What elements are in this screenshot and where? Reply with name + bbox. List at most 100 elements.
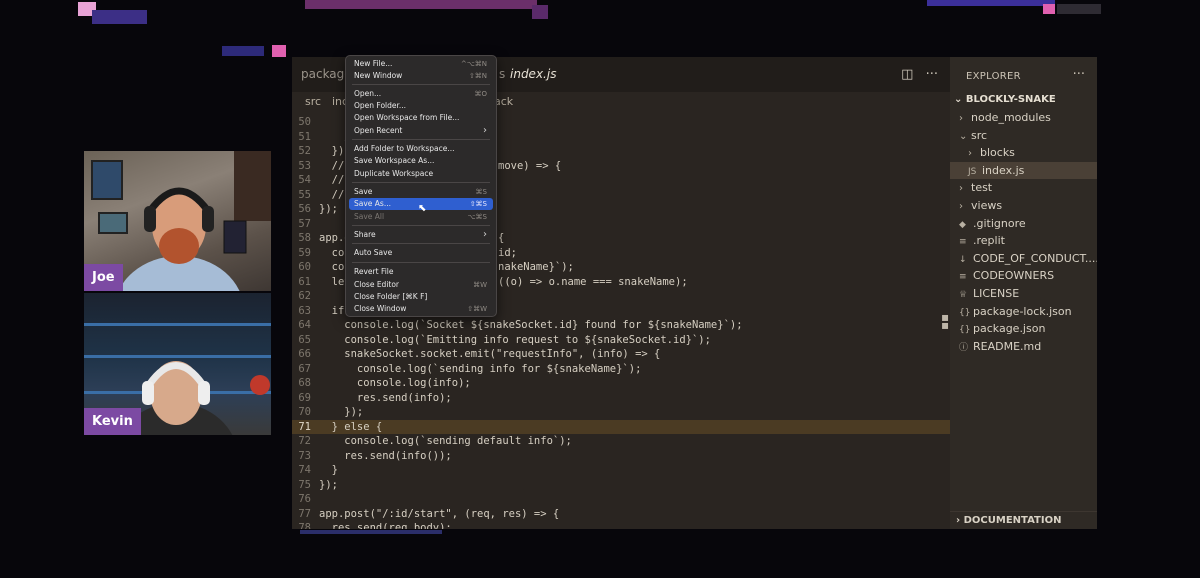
code-text: console.log(`Socket ${snakeSocket.id} fo…: [319, 319, 743, 331]
decor-bar: [272, 45, 286, 57]
code-text-tail: id;: [498, 246, 517, 259]
menu-item-label: Open Workspace from File...: [354, 113, 460, 122]
menu-item[interactable]: Add Folder to Workspace...: [349, 143, 493, 155]
tree-item[interactable]: ≡ .replit: [950, 232, 1097, 250]
line-number: 53: [298, 159, 311, 172]
tree-item-label: .replit: [973, 234, 1005, 248]
menu-item[interactable]: Auto Save: [349, 247, 493, 259]
submenu-chevron-icon: ›: [483, 229, 487, 240]
menu-item-shortcut: ^⌥⌘N: [460, 60, 487, 68]
menu-item-label: Save All: [354, 212, 385, 221]
documentation-section[interactable]: › DOCUMENTATION: [950, 511, 1097, 529]
menu-separator: [352, 225, 490, 226]
menu-item[interactable]: Save Workspace As...: [349, 155, 493, 167]
explorer-root-folder[interactable]: ⌄ BLOCKLY-SNAKE: [954, 94, 1056, 105]
menu-item[interactable]: Close Editor ⌘W: [349, 279, 493, 291]
more-actions-icon[interactable]: ···: [926, 67, 938, 82]
tree-item[interactable]: ⓘ README.md: [950, 338, 1097, 356]
menu-item[interactable]: Open... ⌘O: [349, 88, 493, 100]
code-text: console.log(`sending info for ${snakeNam…: [319, 362, 642, 375]
line-number: 77: [298, 507, 311, 520]
line-number: 69: [298, 391, 311, 404]
tree-item[interactable]: ↓ CODE_OF_CONDUCT....: [950, 250, 1097, 268]
tree-item[interactable]: › views: [950, 197, 1097, 215]
tree-item[interactable]: JS index.js: [950, 161, 1097, 180]
line-number: 62: [298, 290, 311, 302]
tree-item-label: LICENSE: [973, 287, 1020, 300]
menu-item-shortcut: ⇧⌘W: [467, 305, 487, 313]
chevron-icon: ⌄: [959, 130, 968, 142]
explorer-more-icon[interactable]: ···: [1073, 67, 1085, 82]
menu-item[interactable]: Duplicate Workspace: [349, 168, 493, 180]
code-line[interactable]: 67 console.log(`sending info for ${snake…: [292, 362, 950, 377]
tree-item-label: CODEOWNERS: [973, 269, 1055, 283]
code-line[interactable]: 72 console.log(`sending default info`);: [292, 434, 950, 449]
code-text: console.log(`sending default info`);: [319, 435, 572, 447]
line-number: 56: [298, 203, 311, 215]
code-line[interactable]: 74 }: [292, 463, 950, 478]
menu-item[interactable]: Save ⌘S: [349, 186, 493, 198]
tree-item[interactable]: ≡ CODEOWNERS: [950, 267, 1097, 285]
code-line[interactable]: 64 console.log(`Socket ${snakeSocket.id}…: [292, 318, 950, 333]
tree-item-label: views: [971, 199, 1003, 212]
code-line[interactable]: 69 res.send(info);: [292, 391, 950, 406]
explorer-title: EXPLORER: [966, 71, 1021, 82]
tree-item[interactable]: › node_modules: [950, 109, 1097, 127]
code-line[interactable]: 65 console.log(`Emitting info request to…: [292, 333, 950, 348]
menu-item[interactable]: Close Folder [⌘K F]: [349, 291, 493, 303]
code-text: });: [319, 478, 338, 491]
code-line[interactable]: 68 console.log(info);: [292, 376, 950, 391]
tree-item-label: .gitignore: [973, 216, 1026, 230]
code-line[interactable]: 73 res.send(info());: [292, 449, 950, 464]
tree-item-label: test: [971, 181, 993, 195]
code-line[interactable]: 77 app.post("/:id/start", (req, res) => {: [292, 507, 950, 522]
menu-item[interactable]: Open Recent ›: [349, 125, 493, 137]
code-text: });: [319, 203, 338, 215]
menu-item[interactable]: Close Window ⇧⌘W: [349, 303, 493, 315]
line-number: 64: [298, 319, 311, 331]
editor-actions: ◫ ···: [901, 57, 938, 92]
code-line[interactable]: 75});: [292, 478, 950, 493]
code-text: snakeSocket.socket.emit("requestInfo", (…: [319, 348, 661, 360]
menu-item-label: Close Editor: [354, 280, 400, 289]
tree-item[interactable]: › test: [950, 179, 1097, 197]
scroll-handle[interactable]: ▪ ▪: [941, 311, 949, 331]
code-line[interactable]: 66 snakeSocket.socket.emit("requestInfo"…: [292, 347, 950, 362]
chevron-icon: ›: [968, 148, 972, 160]
tab-index-js[interactable]: index.js: [510, 57, 556, 92]
code-text: //: [319, 159, 345, 172]
menu-item[interactable]: Open Workspace from File...: [349, 112, 493, 124]
tree-item-label: README.md: [973, 339, 1042, 353]
menu-item[interactable]: Share ›: [349, 229, 493, 241]
tree-item[interactable]: ♕ LICENSE: [950, 285, 1097, 303]
decor-bar: [300, 530, 442, 534]
menu-item[interactable]: New Window ⇧⌘N: [349, 70, 493, 82]
line-number: 54: [298, 174, 311, 186]
menu-item[interactable]: Revert File: [349, 266, 493, 278]
menu-item-label: Auto Save: [354, 248, 393, 257]
file-type-icon: JS: [968, 166, 977, 177]
menu-item[interactable]: New File... ^⌥⌘N: [349, 58, 493, 70]
tree-item[interactable]: ⌄ src: [950, 127, 1097, 145]
code-text-tail: move) => {: [498, 159, 562, 172]
breadcrumb-src[interactable]: src: [305, 92, 321, 112]
tree-item-label: node_modules: [971, 111, 1051, 124]
file-type-icon: ≡: [959, 272, 967, 283]
line-number: 78: [298, 522, 311, 529]
tree-item[interactable]: {} package.json: [950, 320, 1097, 338]
tree-item[interactable]: {} package-lock.json: [950, 303, 1097, 321]
tree-item-label: package-lock.json: [973, 304, 1072, 318]
tree-item[interactable]: ◆ .gitignore: [950, 215, 1097, 233]
code-line[interactable]: 70 });: [292, 405, 950, 420]
line-number: 66: [298, 348, 311, 360]
tab-fragment[interactable]: s: [499, 57, 505, 92]
code-line[interactable]: 76: [292, 492, 950, 507]
menu-item-label: Share: [354, 230, 376, 239]
mouse-cursor-icon: ⬉: [418, 203, 427, 214]
tree-item[interactable]: › blocks: [950, 144, 1097, 162]
code-line[interactable]: 71 } else {: [292, 419, 950, 434]
menu-item[interactable]: Open Folder...: [349, 100, 493, 112]
tree-item-label: package.json: [973, 322, 1046, 336]
split-editor-icon[interactable]: ◫: [901, 67, 913, 82]
code-line[interactable]: 78 res.send(req.body);: [292, 521, 950, 529]
